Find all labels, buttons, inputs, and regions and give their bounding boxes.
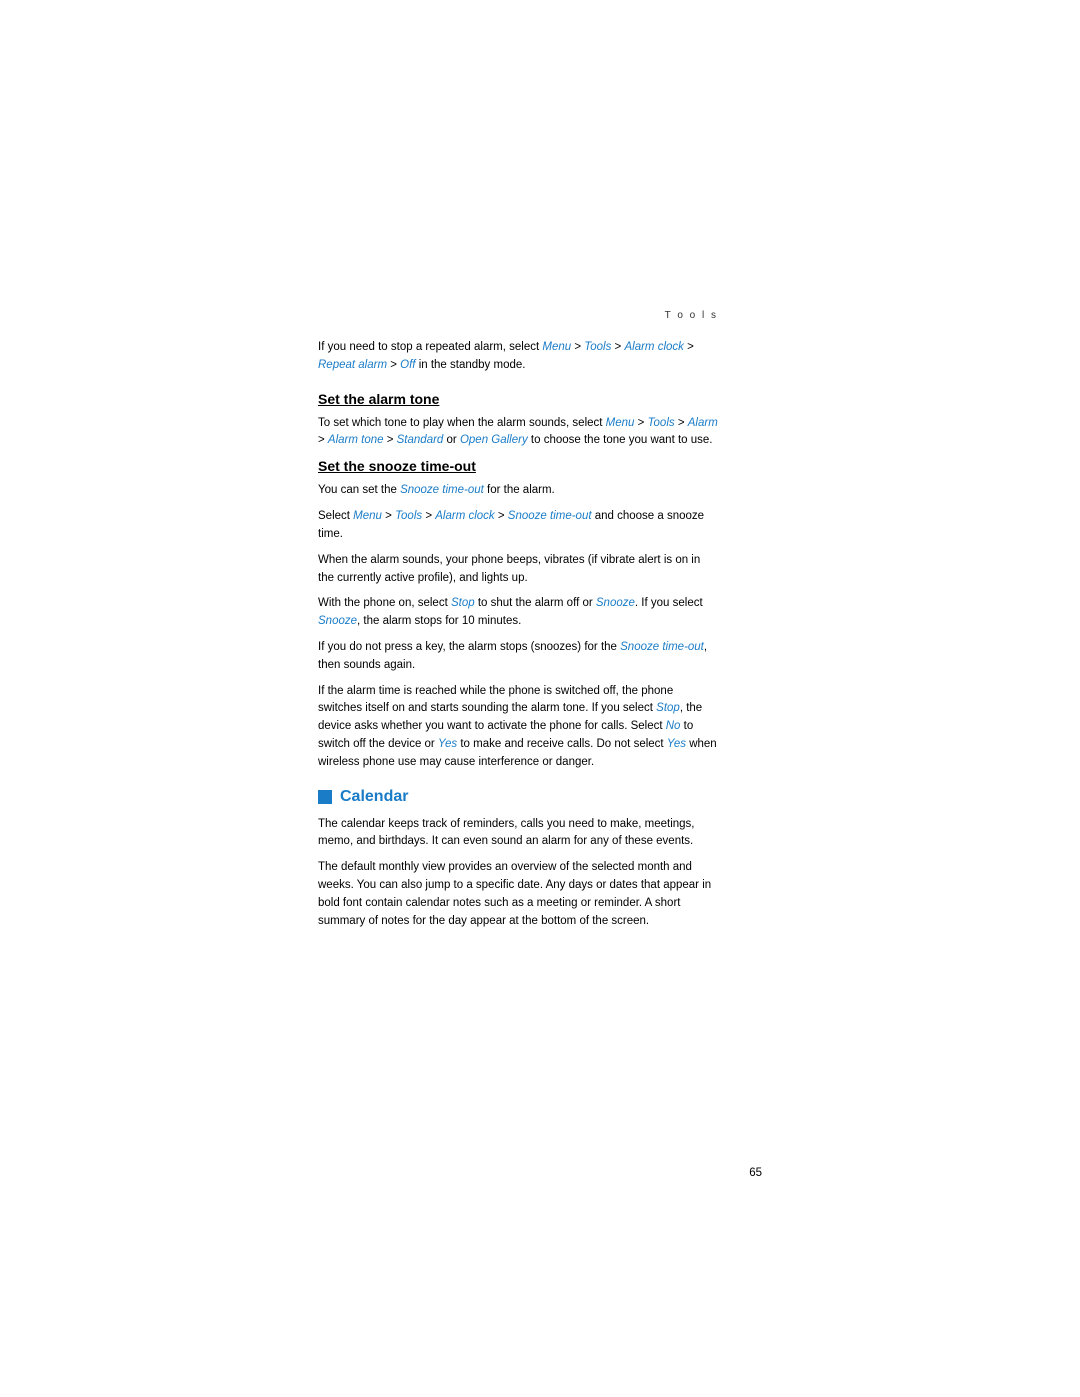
alarm-tone-link-alarm-tone: Alarm tone xyxy=(328,434,384,446)
snooze-para4-mid: to shut the alarm off or xyxy=(475,597,596,609)
calendar-para2: The default monthly view provides an ove… xyxy=(318,859,718,930)
alarm-tone-sep2: > xyxy=(675,417,688,429)
intro-text-after: in the standby mode. xyxy=(416,359,526,371)
alarm-tone-heading: Set the alarm tone xyxy=(318,391,718,407)
snooze-para2-sep2: > xyxy=(422,510,435,522)
alarm-tone-link-alarm: Alarm xyxy=(688,417,718,429)
alarm-tone-paragraph: To set which tone to play when the alarm… xyxy=(318,415,718,451)
calendar-heading: Calendar xyxy=(340,788,408,806)
snooze-para5-link: Snooze time-out xyxy=(620,641,704,653)
intro-sep1: > xyxy=(571,341,584,353)
snooze-para6-before: If the alarm time is reached while the p… xyxy=(318,685,673,715)
snooze-para5-before: If you do not press a key, the alarm sto… xyxy=(318,641,620,653)
snooze-para2-before: Select xyxy=(318,510,353,522)
snooze-para3: When the alarm sounds, your phone beeps,… xyxy=(318,552,718,588)
snooze-para6-link3: Yes xyxy=(438,738,457,750)
alarm-tone-link-standard: Standard xyxy=(397,434,444,446)
snooze-para5: If you do not press a key, the alarm sto… xyxy=(318,639,718,675)
snooze-para2-sep1: > xyxy=(382,510,395,522)
intro-sep2: > xyxy=(611,341,624,353)
alarm-tone-link-tools: Tools xyxy=(648,417,675,429)
intro-link-repeat-alarm: Repeat alarm xyxy=(318,359,387,371)
alarm-tone-link-open-gallery: Open Gallery xyxy=(460,434,528,446)
snooze-para6: If the alarm time is reached while the p… xyxy=(318,683,718,772)
snooze-para6-link2: No xyxy=(666,720,681,732)
page-number: 65 xyxy=(749,1167,762,1179)
section-label: T o o l s xyxy=(318,310,718,321)
snooze-heading: Set the snooze time-out xyxy=(318,458,718,474)
snooze-para1: You can set the Snooze time-out for the … xyxy=(318,482,718,500)
intro-link-off: Off xyxy=(400,359,415,371)
snooze-para1-after: for the alarm. xyxy=(484,484,555,496)
alarm-tone-text-before: To set which tone to play when the alarm… xyxy=(318,417,606,429)
snooze-para4-before: With the phone on, select xyxy=(318,597,451,609)
calendar-heading-wrapper: Calendar xyxy=(318,788,718,806)
intro-text-before: If you need to stop a repeated alarm, se… xyxy=(318,341,542,353)
snooze-para1-before: You can set the xyxy=(318,484,400,496)
alarm-tone-sep1: > xyxy=(634,417,647,429)
intro-link-menu: Menu xyxy=(542,341,571,353)
intro-paragraph: If you need to stop a repeated alarm, se… xyxy=(318,339,718,375)
snooze-para4: With the phone on, select Stop to shut t… xyxy=(318,595,718,631)
snooze-para2-link4: Snooze time-out xyxy=(508,510,592,522)
intro-sep4: > xyxy=(387,359,400,371)
snooze-para2-link2: Tools xyxy=(395,510,422,522)
snooze-para6-mid3: to make and receive calls. Do not select xyxy=(457,738,667,750)
alarm-tone-text-after: to choose the tone you want to use. xyxy=(528,434,713,446)
snooze-para6-link4: Yes xyxy=(667,738,686,750)
intro-link-alarm-clock: Alarm clock xyxy=(624,341,683,353)
intro-sep3: > xyxy=(684,341,694,353)
snooze-para2-link3: Alarm clock xyxy=(435,510,494,522)
snooze-para4-after2: , the alarm stops for 10 minutes. xyxy=(357,615,521,627)
snooze-para4-link2: Snooze xyxy=(596,597,635,609)
snooze-para6-link1: Stop xyxy=(656,702,680,714)
alarm-tone-sep3: > xyxy=(318,434,328,446)
alarm-tone-text-mid: or xyxy=(443,434,460,446)
page-container: T o o l s If you need to stop a repeated… xyxy=(0,0,1080,1397)
alarm-tone-sep4: > xyxy=(384,434,397,446)
snooze-para4-after: . If you select xyxy=(635,597,703,609)
calendar-para1: The calendar keeps track of reminders, c… xyxy=(318,816,718,852)
snooze-para2: Select Menu > Tools > Alarm clock > Snoo… xyxy=(318,508,718,544)
intro-link-tools: Tools xyxy=(584,341,611,353)
snooze-para1-link: Snooze time-out xyxy=(400,484,484,496)
snooze-para4-link1: Stop xyxy=(451,597,475,609)
snooze-para2-sep3: > xyxy=(495,510,508,522)
snooze-para4-link3: Snooze xyxy=(318,615,357,627)
snooze-para2-link1: Menu xyxy=(353,510,382,522)
calendar-square-icon xyxy=(318,790,332,804)
alarm-tone-link-menu: Menu xyxy=(606,417,635,429)
content-area: T o o l s If you need to stop a repeated… xyxy=(318,310,718,939)
